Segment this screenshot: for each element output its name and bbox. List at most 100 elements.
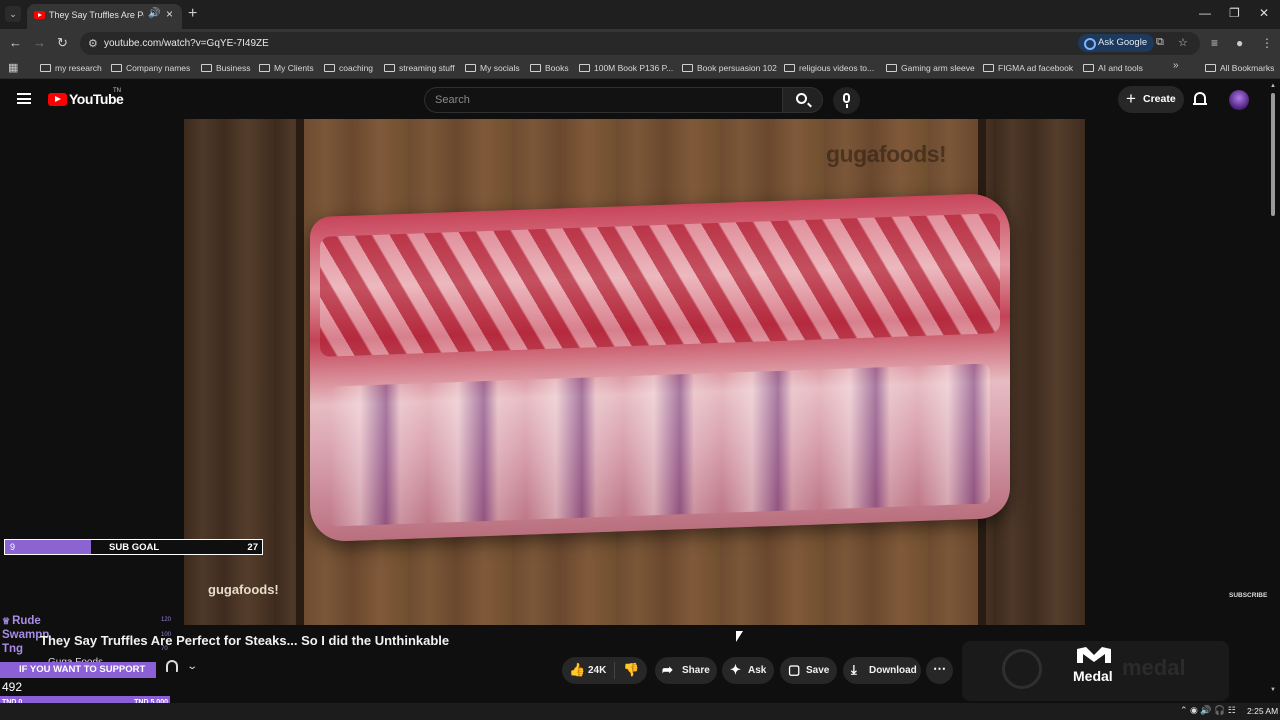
bookmark-folder[interactable]: my research (40, 61, 102, 75)
page-scrollbar[interactable]: ▲ ▼ (1270, 83, 1276, 695)
sub-goal-current: 9 (10, 542, 16, 552)
overlay-number: 120 (161, 617, 172, 623)
close-window-icon[interactable]: ✕ (1259, 6, 1269, 20)
close-tab-icon[interactable]: × (166, 7, 173, 21)
url-text: youtube.com/watch?v=GqYE-7I49ZE (104, 38, 269, 49)
dislike-button[interactable]: 👎 (623, 662, 639, 678)
subscribe-watermark[interactable]: SUBSCRIBE (1229, 592, 1267, 600)
medal-name: Medal (1073, 668, 1113, 684)
more-horizontal-icon: ⋯ (933, 661, 946, 676)
bookmark-folder[interactable]: Gaming arm sleeve (886, 61, 975, 75)
profile-icon[interactable]: ● (1236, 36, 1243, 50)
video-title: They Say Truffles Are Perfect for Steaks… (40, 633, 450, 648)
folder-icon (886, 64, 897, 72)
notifications-bell-icon[interactable] (1193, 92, 1207, 105)
channel-watermark-bottom: gugafoods! (208, 582, 279, 597)
folder-icon (324, 64, 335, 72)
browser-tab-strip: ⌄ They Say Truffles Are Perfect 🔊 × + — … (0, 0, 1280, 29)
folder-icon (530, 64, 541, 72)
search-box (424, 87, 782, 113)
sparkle-icon: ✦ (730, 662, 741, 677)
folder-icon (384, 64, 395, 72)
more-bookmarks-icon[interactable]: » (1173, 60, 1179, 71)
like-count[interactable]: 24K (588, 665, 606, 676)
bookmarks-bar: ▦ my research Company names Business My … (0, 57, 1280, 79)
channel-watermark: gugafoods! (826, 141, 947, 167)
sub-goal-label: SUB GOAL (109, 542, 160, 553)
bookmark-folder[interactable]: streaming stuff (384, 61, 455, 75)
address-bar[interactable]: ⚙ youtube.com/watch?v=GqYE-7I49ZE Ask Go… (80, 32, 1200, 55)
scroll-up-icon[interactable]: ▲ (1270, 83, 1276, 89)
bookmark-folder[interactable]: My socials (465, 61, 520, 75)
chevron-down-icon[interactable]: ⌄ (186, 661, 198, 672)
bookmark-folder[interactable]: My Clients (259, 61, 314, 75)
like-button[interactable]: 👍 (569, 662, 585, 678)
tab-search-icon[interactable]: ⌄ (5, 6, 21, 22)
sub-goal-target: 27 (247, 542, 258, 553)
plus-icon: + (1126, 89, 1136, 108)
bookmark-folder[interactable]: coaching (324, 61, 373, 75)
system-tray-icons[interactable]: ⌃ ◉ 🔊 🎧 ☷ (1180, 705, 1236, 716)
screen: ⌄ They Say Truffles Are Perfect 🔊 × + — … (0, 0, 1280, 720)
microphone-icon (843, 93, 850, 103)
scroll-down-icon[interactable]: ▼ (1270, 687, 1276, 693)
bookmark-folder[interactable]: AI and tools (1083, 61, 1143, 75)
search-input[interactable] (435, 92, 765, 108)
youtube-masthead: YouTube TN + Create (0, 80, 1280, 119)
youtube-logo-icon[interactable] (48, 93, 67, 106)
support-banner: IF YOU WANT TO SUPPORT (0, 662, 156, 678)
bookmark-folder[interactable]: religious videos to... (784, 61, 874, 75)
save-button[interactable]: ▢ Save (780, 657, 837, 684)
tab-title: They Say Truffles Are Perfect (49, 10, 144, 20)
share-button[interactable]: ➦ Share (655, 657, 717, 684)
more-actions-button[interactable]: ⋯ (926, 657, 953, 684)
bookmark-folder[interactable]: Book persuasion 102 (682, 61, 777, 75)
search-button[interactable] (782, 87, 823, 113)
sub-goal-fill (5, 540, 91, 554)
media-controls-icon[interactable]: ≡ (1211, 36, 1218, 50)
folder-icon (111, 64, 122, 72)
forward-icon[interactable]: → (33, 35, 46, 50)
medal-panel[interactable]: medal Medal (962, 641, 1229, 701)
site-info-icon[interactable]: ⚙ (88, 37, 98, 50)
share-icon: ➦ (662, 662, 673, 677)
system-clock[interactable]: 2:25 AM (1247, 706, 1278, 716)
bookmark-folder[interactable]: Company names (111, 61, 190, 75)
hamburger-menu-icon[interactable] (17, 93, 31, 104)
video-player[interactable]: gugafoods! gugafoods! (184, 119, 1085, 625)
bookmark-folder[interactable]: 100M Book P136 P... (579, 61, 673, 75)
folder-icon (1205, 64, 1216, 72)
country-code: TN (113, 88, 121, 94)
voice-search-button[interactable] (833, 87, 860, 114)
folder-icon (201, 64, 212, 72)
reload-icon[interactable]: ↻ (57, 35, 68, 51)
back-icon[interactable]: ← (9, 35, 22, 50)
like-dislike-group: 👍 24K 👎 (562, 657, 647, 684)
apps-grid-icon[interactable]: ▦ (8, 61, 18, 74)
scrollbar-thumb[interactable] (1271, 93, 1275, 216)
install-app-icon[interactable]: ⧉ (1156, 36, 1164, 49)
new-tab-icon[interactable]: + (188, 5, 197, 23)
bookmark-folder[interactable]: Books (530, 61, 569, 75)
all-bookmarks-folder[interactable]: All Bookmarks (1205, 61, 1274, 75)
folder-icon (579, 64, 590, 72)
restore-icon[interactable]: ❐ (1229, 6, 1240, 20)
folder-icon (983, 64, 994, 72)
minimize-icon[interactable]: — (1199, 6, 1211, 20)
mouse-cursor-icon (736, 631, 743, 642)
bookmark-folder[interactable]: FIGMA ad facebook (983, 61, 1073, 75)
bookmark-icon: ▢ (788, 662, 801, 677)
search-icon (796, 93, 807, 104)
bookmark-star-icon[interactable]: ☆ (1178, 36, 1188, 49)
create-button[interactable]: + Create (1118, 86, 1184, 113)
ask-button[interactable]: ✦ Ask (722, 657, 774, 684)
folder-icon (784, 64, 795, 72)
download-icon: ⤓ (851, 662, 857, 677)
audio-playing-icon[interactable]: 🔊 (148, 8, 160, 19)
bookmark-folder[interactable]: Business (201, 61, 251, 75)
ask-google-button[interactable]: Ask Google (1078, 34, 1155, 52)
download-button[interactable]: ⤓ Download (843, 657, 921, 684)
account-avatar[interactable] (1229, 90, 1249, 110)
menu-kebab-icon[interactable]: ⋮ (1261, 36, 1273, 50)
browser-tab-active[interactable]: They Say Truffles Are Perfect 🔊 × (27, 4, 182, 29)
